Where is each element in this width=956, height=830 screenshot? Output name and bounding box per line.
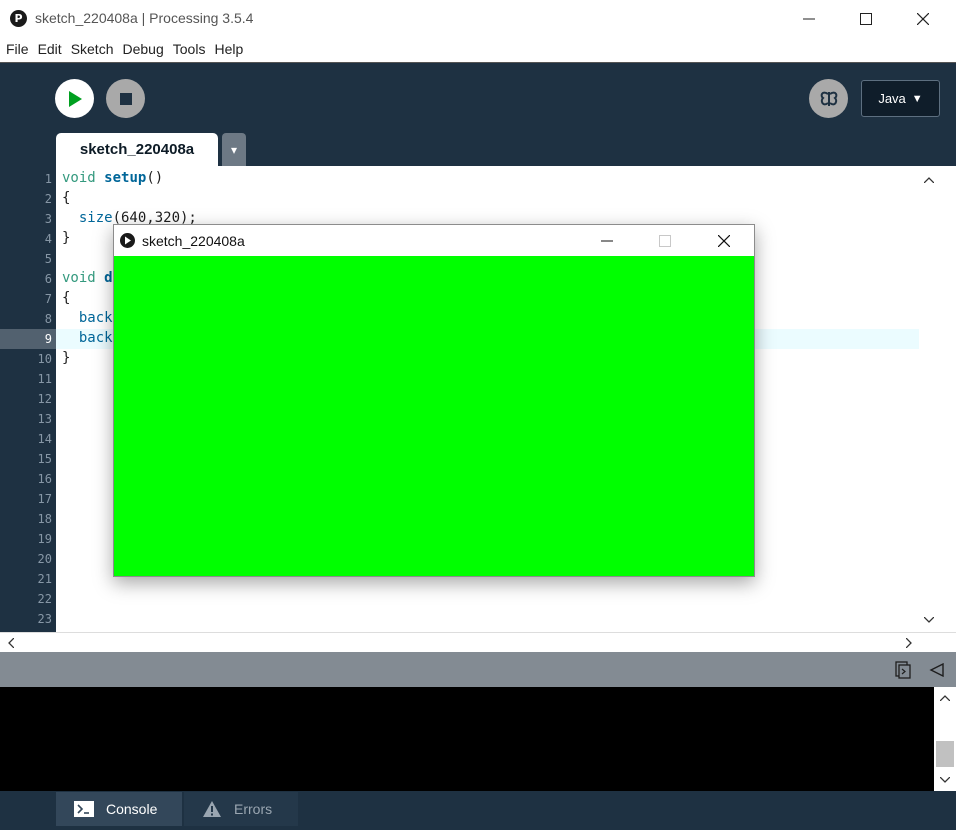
line-number: 1 <box>44 172 52 186</box>
line-number: 3 <box>44 212 52 226</box>
editor-horizontal-scrollbar[interactable] <box>0 632 956 652</box>
line-number: 11 <box>37 372 52 386</box>
line-number: 10 <box>37 352 52 366</box>
dropdown-arrow-icon: ▼ <box>911 92 923 105</box>
code-text: () <box>146 170 164 186</box>
scroll-down-icon[interactable] <box>934 771 956 789</box>
stop-icon <box>119 92 132 105</box>
scroll-up-icon[interactable] <box>919 170 939 190</box>
warning-icon <box>203 801 221 817</box>
line-number: 8 <box>44 312 52 326</box>
window-title: sketch_220408a | Processing 3.5.4 <box>35 10 254 26</box>
console-output <box>0 687 956 791</box>
builtin-function: back <box>78 310 113 326</box>
scroll-down-icon[interactable] <box>919 610 939 630</box>
function-name: setup <box>104 170 147 186</box>
processing-logo-icon: P <box>10 10 27 27</box>
code-line: { <box>62 190 71 206</box>
code-line: { <box>62 290 71 306</box>
play-icon <box>68 90 82 107</box>
maximize-icon <box>860 13 872 25</box>
builtin-function: size <box>78 210 113 226</box>
menu-edit[interactable]: Edit <box>36 38 64 62</box>
sketch-close-button[interactable] <box>701 225 747 256</box>
menu-tools[interactable]: Tools <box>171 38 208 62</box>
sketch-canvas[interactable] <box>114 256 754 576</box>
line-number: 14 <box>37 432 52 446</box>
line-number: 12 <box>37 392 52 406</box>
line-number: 22 <box>37 592 52 606</box>
function-name: d <box>104 270 113 286</box>
line-number: 7 <box>44 292 52 306</box>
mode-label: Java <box>878 91 906 106</box>
line-number: 23 <box>37 612 52 626</box>
tab-console[interactable]: Console <box>56 792 182 826</box>
sketch-minimize-button[interactable] <box>584 225 630 256</box>
code-line: void d <box>62 270 113 286</box>
line-number: 18 <box>37 512 52 526</box>
line-number: 16 <box>37 472 52 486</box>
minimize-icon <box>601 240 613 241</box>
tab-sketch[interactable]: sketch_220408a <box>56 133 218 166</box>
minimize-icon <box>803 18 815 20</box>
minimize-button[interactable] <box>786 0 832 38</box>
code-line: } <box>62 230 71 246</box>
line-number: 15 <box>37 452 52 466</box>
code-line: void setup() <box>62 170 163 186</box>
console-header <box>0 652 956 687</box>
stop-button[interactable] <box>106 79 145 118</box>
run-button[interactable] <box>55 79 94 118</box>
close-button[interactable] <box>900 0 946 38</box>
scroll-right-icon[interactable] <box>900 633 918 653</box>
maximize-icon <box>659 234 671 247</box>
code-line: back <box>62 310 113 326</box>
console-scrollbar[interactable] <box>934 687 956 791</box>
menu-help[interactable]: Help <box>212 38 245 62</box>
tab-errors[interactable]: Errors <box>184 792 298 826</box>
sketch-play-icon <box>120 233 135 248</box>
close-icon <box>917 13 929 25</box>
keyword: void <box>62 270 96 286</box>
scroll-left-icon[interactable] <box>2 633 20 653</box>
builtin-function: back <box>78 330 113 346</box>
sketch-window-title-bar[interactable]: sketch_220408a <box>114 225 754 256</box>
code-line: back <box>62 330 113 346</box>
chevron-down-icon: ▾ <box>230 142 238 157</box>
tab-console-label: Console <box>106 801 158 817</box>
collapse-console-icon[interactable] <box>927 660 947 680</box>
line-number: 2 <box>44 192 52 206</box>
console-scroll-thumb[interactable] <box>936 741 954 767</box>
sketch-window-title: sketch_220408a <box>142 233 245 249</box>
line-number: 9 <box>44 332 52 346</box>
sketch-window[interactable]: sketch_220408a <box>113 224 755 577</box>
menu-file[interactable]: File <box>4 38 31 62</box>
mode-selector[interactable]: Java ▼ <box>861 80 940 117</box>
line-number: 21 <box>37 572 52 586</box>
line-number: 5 <box>44 252 52 266</box>
line-number: 19 <box>37 532 52 546</box>
copy-console-icon[interactable] <box>893 660 913 680</box>
terminal-icon <box>74 801 94 817</box>
line-number-gutter: 1 2 3 4 5 6 7 8 9 10 11 12 13 14 15 16 1… <box>0 166 56 632</box>
menu-debug[interactable]: Debug <box>121 38 166 62</box>
tab-menu-button[interactable]: ▾ <box>222 133 246 166</box>
editor-vertical-scrollbar[interactable] <box>919 166 956 632</box>
maximize-button[interactable] <box>843 0 889 38</box>
sketch-maximize-button[interactable] <box>642 225 688 256</box>
menu-sketch[interactable]: Sketch <box>69 38 116 62</box>
scroll-up-icon[interactable] <box>934 689 956 707</box>
close-icon <box>718 234 730 247</box>
line-number: 20 <box>37 552 52 566</box>
code-line: } <box>62 350 71 366</box>
line-number: 4 <box>44 232 52 246</box>
debug-button[interactable] <box>809 79 848 118</box>
tab-errors-label: Errors <box>234 801 273 817</box>
title-bar: P sketch_220408a | Processing 3.5.4 <box>0 0 956 38</box>
line-number: 6 <box>44 272 52 286</box>
menu-bar: File Edit Sketch Debug Tools Help <box>0 38 956 62</box>
butterfly-icon <box>820 91 837 106</box>
line-number: 17 <box>37 492 52 506</box>
keyword: void <box>62 170 96 186</box>
line-number: 13 <box>37 412 52 426</box>
